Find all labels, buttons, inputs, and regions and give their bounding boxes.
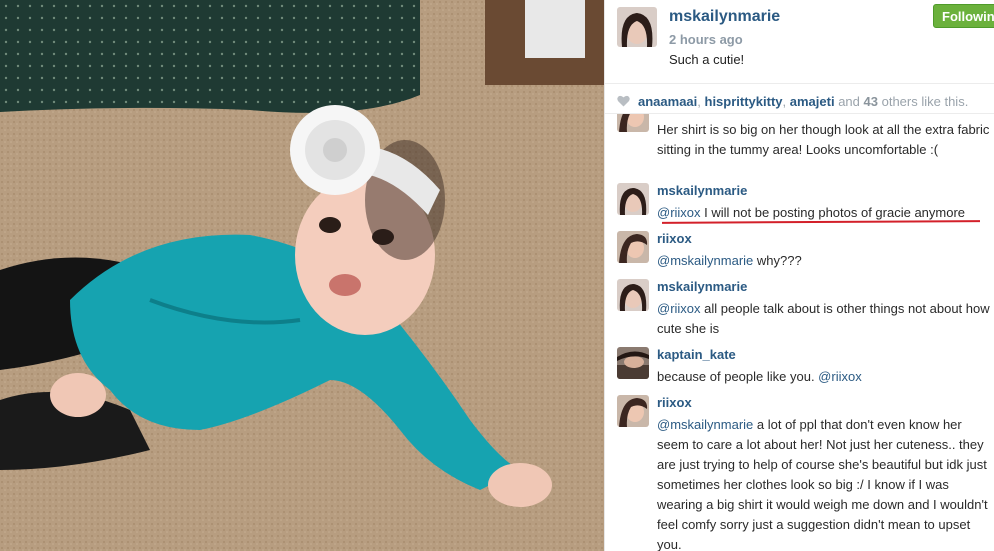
post-caption: Such a cutie! — [669, 52, 745, 67]
comment-username[interactable]: riixox — [657, 231, 692, 246]
comment-username[interactable]: riixox — [657, 395, 692, 410]
author-username[interactable]: mskailynmarie — [669, 8, 780, 26]
comment-text: @mskailynmarie a lot of ppl that don't e… — [657, 415, 991, 551]
liker-link[interactable]: amajeti — [790, 94, 835, 109]
comment-mention[interactable]: @riixox — [657, 205, 701, 220]
comment-body: why??? — [753, 253, 802, 268]
heart-icon[interactable] — [617, 95, 630, 110]
comment-text: @mskailynmarie why??? — [657, 251, 991, 271]
comment-username[interactable]: mskailynmarie — [657, 279, 747, 294]
comment-username[interactable]: kaptain_kate — [657, 347, 736, 362]
commenter-avatar[interactable] — [617, 183, 649, 215]
comment-body: a lot of ppl that don't even know her se… — [657, 417, 988, 551]
comment-username[interactable]: mskailynmarie — [657, 183, 747, 198]
comment-mention[interactable]: @mskailynmarie — [657, 417, 753, 432]
comment-text: @riixox all people talk about is other t… — [657, 299, 991, 339]
likes-others-text: others like this. — [881, 94, 969, 109]
likes-and-text: and — [838, 94, 860, 109]
comment-body: because of people like you. — [657, 369, 819, 384]
comment-list: riixox Her shirt is so big on her though… — [605, 113, 994, 551]
commenter-avatar[interactable] — [617, 114, 649, 132]
post-timestamp[interactable]: 2 hours ago — [669, 32, 743, 47]
comment-text: Her shirt is so big on her though look a… — [657, 122, 990, 157]
comment-username[interactable]: riixox — [657, 114, 692, 115]
commenter-avatar[interactable] — [617, 347, 649, 379]
comment-mention[interactable]: @mskailynmarie — [657, 253, 753, 268]
commenter-avatar[interactable] — [617, 231, 649, 263]
likes-summary: anaamaai, hisprittykitty, amajeti and 43… — [617, 94, 968, 110]
commenter-avatar[interactable] — [617, 395, 649, 427]
liker-link[interactable]: hisprittykitty — [705, 94, 783, 109]
comments-panel: mskailynmarie 2 hours ago Such a cutie! … — [604, 0, 994, 551]
author-avatar[interactable] — [617, 7, 657, 47]
commenter-avatar[interactable] — [617, 279, 649, 311]
post-photo — [0, 0, 604, 551]
likes-count[interactable]: 43 — [864, 94, 878, 109]
post-header: mskailynmarie 2 hours ago Such a cutie! … — [605, 0, 994, 84]
liker-link[interactable]: anaamaai — [638, 94, 697, 109]
comment-text: because of people like you. @riixox — [657, 367, 991, 387]
comment-body: all people talk about is other things no… — [657, 301, 990, 336]
comment-mention[interactable]: @riixox — [818, 369, 862, 384]
comment-mention[interactable]: @riixox — [657, 301, 701, 316]
following-button[interactable]: Following — [933, 4, 994, 28]
comment-body: I will not be posting photos of gracie a… — [700, 205, 966, 220]
